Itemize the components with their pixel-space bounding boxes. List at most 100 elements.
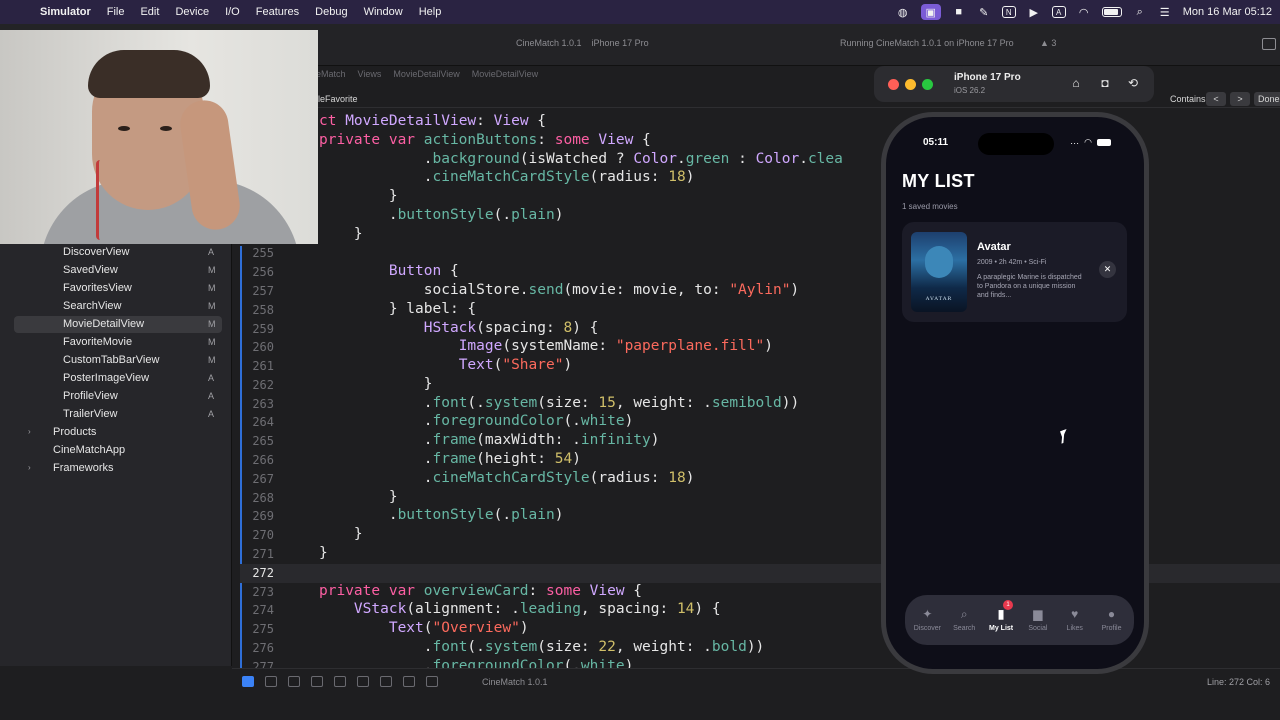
line-number[interactable]: 269 [240,509,274,523]
line-number[interactable]: 268 [240,491,274,505]
screen-record-icon[interactable]: ▣ [920,4,941,20]
n-app-icon[interactable]: N [1001,6,1016,18]
line-number[interactable]: 274 [240,603,274,617]
chevron-right-icon[interactable]: › [28,463,31,472]
breadcrumb-project[interactable]: eMatch [316,69,346,79]
view-hierarchy-icon[interactable] [357,676,369,687]
navigator-item-posterimageview[interactable]: PosterImageView A [0,370,232,387]
navigator-item-savedview[interactable]: SavedView M [0,262,232,279]
line-number[interactable]: 262 [240,378,274,392]
line-number[interactable]: 260 [240,340,274,354]
line-number[interactable]: 259 [240,322,274,336]
scheme-selector[interactable]: CineMatch 1.0.1 iPhone 17 Pro [516,38,649,48]
line-number[interactable]: 263 [240,397,274,411]
navigator-item-profileview[interactable]: ProfileView A [0,388,232,405]
navigator-item-frameworks[interactable]: › Frameworks [0,460,232,477]
line-number[interactable]: 275 [240,622,274,636]
find-query-field[interactable]: leFavorite [318,94,358,104]
location-icon[interactable] [426,676,438,687]
navigator-item-searchview[interactable]: SearchView M [0,298,232,315]
menu-bar: Simulator File Edit Device I/O Features … [0,0,1280,24]
menu-io[interactable]: I/O [225,6,240,18]
menu-window[interactable]: Window [364,6,403,18]
screenshot-icon[interactable]: ◘ [1098,76,1112,90]
zoom-window-button[interactable] [922,79,933,90]
memory-graph-icon[interactable] [380,676,392,687]
line-number[interactable]: 264 [240,415,274,429]
menu-device[interactable]: Device [175,6,209,18]
play-circle-icon[interactable]: ▶ [1027,6,1041,19]
step-over-icon[interactable] [288,676,300,687]
vpn-icon[interactable]: ◍ [896,6,910,19]
line-number[interactable]: 256 [240,265,274,279]
navigator-item-cinematchapp[interactable]: CineMatchApp [0,442,232,459]
tab-profile[interactable]: ● Profile [1094,598,1130,642]
line-number[interactable]: 258 [240,303,274,317]
code-token: ( [423,620,433,637]
find-previous-button[interactable]: < [1206,92,1226,106]
line-number[interactable]: 273 [240,585,274,599]
navigator-item-customtabbarview[interactable]: CustomTabBarView M [0,352,232,369]
menu-edit[interactable]: Edit [140,6,159,18]
menu-file[interactable]: File [107,6,125,18]
tab-social[interactable]: ▆ Social [1020,598,1056,642]
inspector-toggle-icon[interactable] [1262,38,1276,50]
navigator-item-trailerview[interactable]: TrailerView A [0,406,232,423]
warning-count[interactable]: ▲ 3 [1040,38,1056,48]
code-token: plain [511,206,555,223]
spotlight-search-icon[interactable]: ⌕ [1133,6,1147,18]
find-next-button[interactable]: > [1230,92,1250,106]
saved-movie-card[interactable]: AVATAR Avatar 2009 • 2h 42m • Sci-Fi A p… [902,222,1127,322]
menu-clock[interactable]: Mon 16 Mar 05:12 [1183,6,1272,18]
battery-icon[interactable] [1101,7,1122,17]
menu-debug[interactable]: Debug [315,6,347,18]
tab-search[interactable]: ⌕ Search [946,598,982,642]
line-number[interactable]: 272 [240,566,274,580]
tab-my-list[interactable]: ▮ My List 1 [983,598,1019,642]
console-toggle-icon[interactable] [242,676,254,687]
menu-help[interactable]: Help [419,6,442,18]
run-destination[interactable]: iPhone 17 Pro [592,38,649,48]
line-number[interactable]: 277 [240,660,274,668]
navigator-item-favoritemovie[interactable]: FavoriteMovie M [0,334,232,351]
line-number[interactable]: 255 [240,246,274,260]
close-window-button[interactable] [888,79,899,90]
minimize-window-button[interactable] [905,79,916,90]
menu-app-name[interactable]: Simulator [40,6,91,18]
find-mode-select[interactable]: Contains [1170,94,1206,104]
line-number[interactable]: 265 [240,434,274,448]
input-source-icon[interactable]: A [1051,6,1066,18]
line-number[interactable]: 270 [240,528,274,542]
chevron-right-icon[interactable]: › [28,427,31,436]
navigator-item-discoverview[interactable]: DiscoverView A [0,244,232,261]
rotate-icon[interactable]: ⟲ [1126,76,1140,90]
navigator-item-favoritesview[interactable]: FavoritesView M [0,280,232,297]
control-center-icon[interactable]: ☰ [1158,6,1172,19]
line-number[interactable]: 267 [240,472,274,486]
remove-button[interactable]: ✕ [1099,261,1116,278]
breadcrumb-group[interactable]: Views [358,69,382,79]
environment-icon[interactable] [403,676,415,687]
step-out-icon[interactable] [334,676,346,687]
scheme-name[interactable]: CineMatch 1.0.1 [516,38,582,48]
simulator-title-bar[interactable]: iPhone 17 Pro iOS 26.2 ⌂ ◘ ⟲ [874,66,1154,102]
tab-likes[interactable]: ♥ Likes [1057,598,1093,642]
wifi-icon[interactable]: ◠ [1077,6,1091,19]
home-icon[interactable]: ⌂ [1069,76,1083,90]
step-in-icon[interactable] [311,676,323,687]
breadcrumb-symbol[interactable]: MovieDetailView [472,69,538,79]
pen-icon[interactable]: ✎ [977,6,991,19]
line-number[interactable]: 276 [240,641,274,655]
breadcrumb-file[interactable]: MovieDetailView [393,69,459,79]
navigator-item-moviedetailview[interactable]: MovieDetailView M [14,316,222,333]
menu-features[interactable]: Features [256,6,299,18]
line-number[interactable]: 271 [240,547,274,561]
tab-discover[interactable]: ✦ Discover [909,598,945,642]
camera-icon[interactable]: ■ [952,6,966,18]
find-done-button[interactable]: Done [1254,92,1280,106]
line-number[interactable]: 257 [240,284,274,298]
pause-icon[interactable] [265,676,277,687]
line-number[interactable]: 261 [240,359,274,373]
line-number[interactable]: 266 [240,453,274,467]
navigator-item-products[interactable]: › Products [0,424,232,441]
